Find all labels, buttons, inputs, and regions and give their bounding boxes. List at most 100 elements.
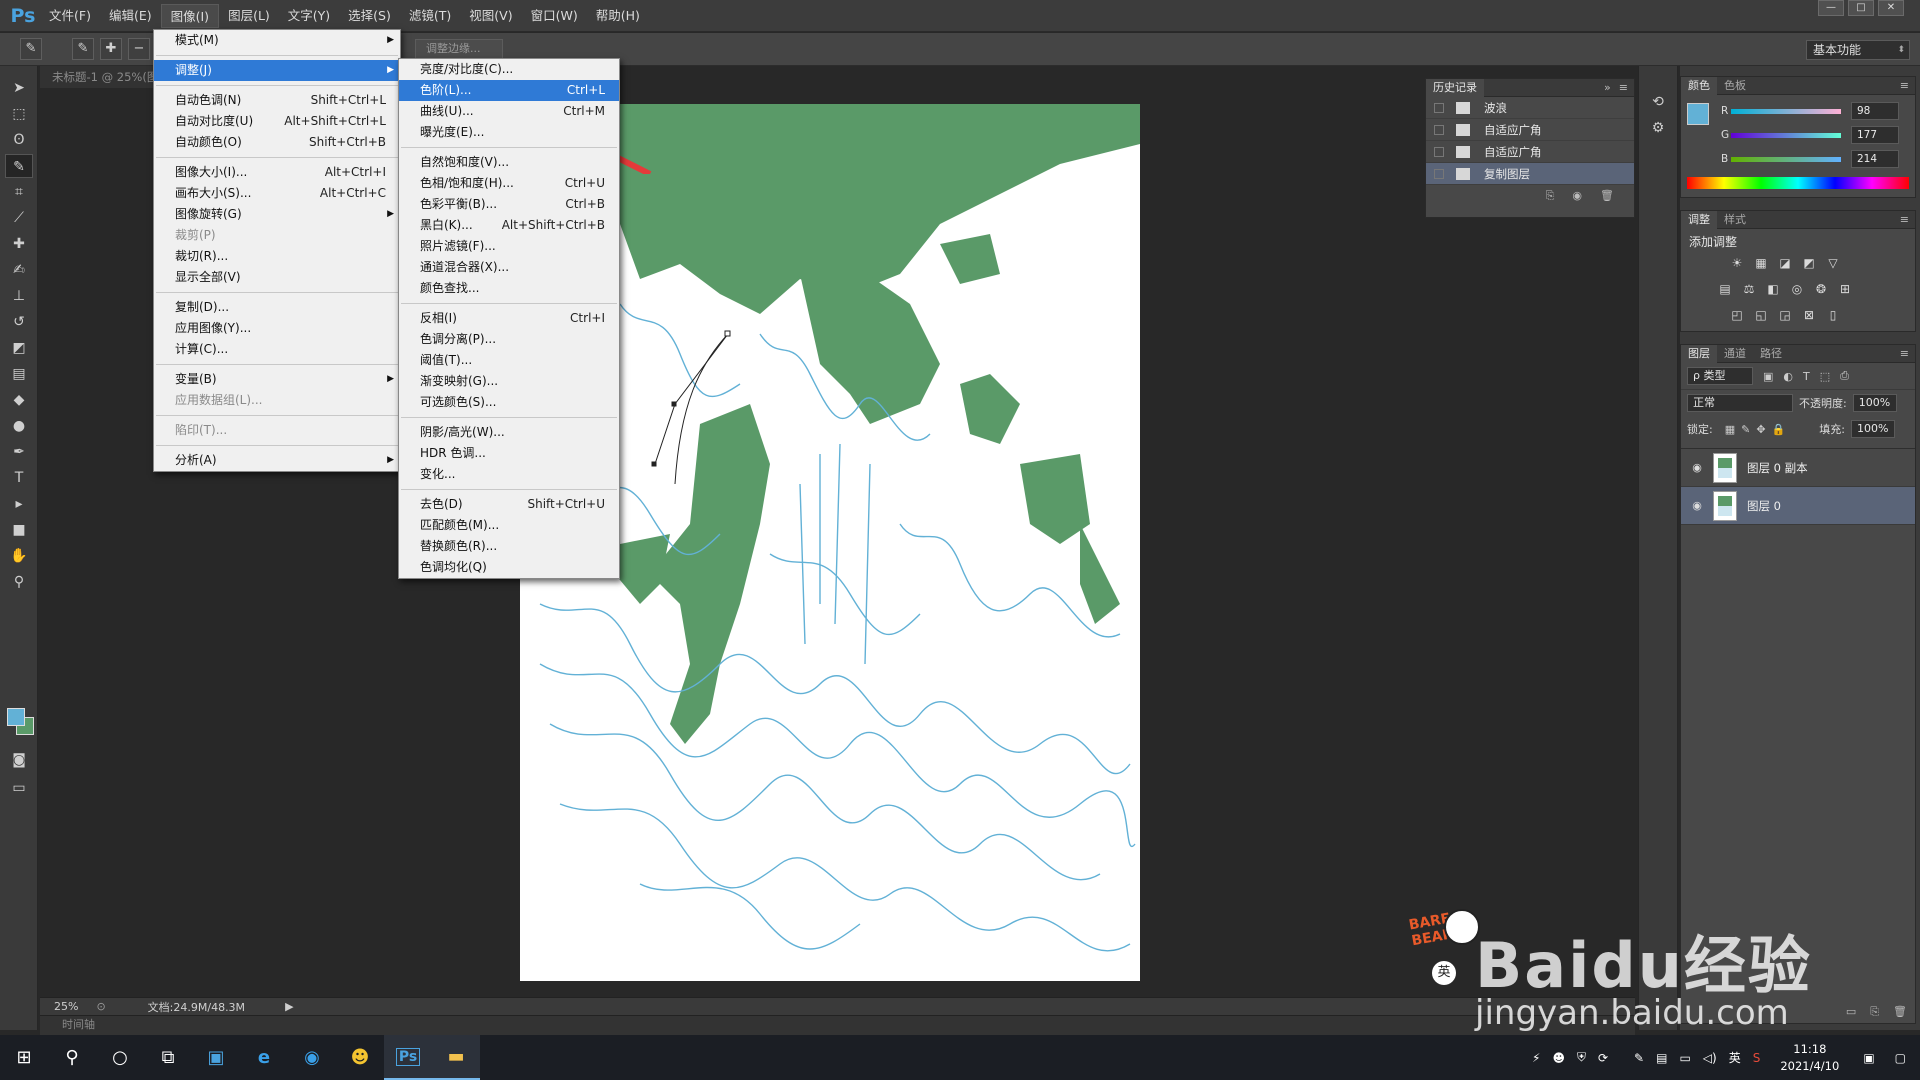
- delete-layer-icon[interactable]: 🗑: [1893, 1005, 1907, 1019]
- menu-item-auto-contrast[interactable]: 自动对比度(U) Alt+Shift+Ctrl+L: [154, 111, 400, 132]
- task-view-icon[interactable]: ⧉: [144, 1035, 192, 1080]
- levels-icon[interactable]: ▦: [1753, 256, 1769, 270]
- close-button[interactable]: ✕: [1878, 0, 1904, 16]
- green-value[interactable]: 177: [1851, 126, 1899, 144]
- pen-tool-icon[interactable]: ✒: [5, 440, 33, 464]
- tab-swatches[interactable]: 色板: [1717, 77, 1753, 95]
- menu-item-color-balance[interactable]: 色彩平衡(B)... Ctrl+B: [399, 194, 619, 215]
- healing-brush-tool-icon[interactable]: ✚: [5, 232, 33, 256]
- menu-item-reveal-all[interactable]: 显示全部(V): [154, 267, 400, 288]
- eye-icon[interactable]: ◉: [1689, 461, 1705, 474]
- menu-item-calculations[interactable]: 计算(C)...: [154, 339, 400, 360]
- menu-item-selective-color[interactable]: 可选颜色(S)...: [399, 392, 619, 413]
- menu-layer[interactable]: 图层(L): [219, 4, 279, 28]
- menu-edit[interactable]: 编辑(E): [100, 4, 161, 28]
- tab-paths[interactable]: 路径: [1753, 345, 1789, 363]
- menu-item-hue-saturation[interactable]: 色相/饱和度(H)... Ctrl+U: [399, 173, 619, 194]
- filter-shape-icon[interactable]: ⬚: [1820, 370, 1830, 383]
- opacity-field[interactable]: 100%: [1852, 394, 1897, 412]
- panel-menu-icon[interactable]: ≡: [1900, 347, 1909, 360]
- ie-browser-icon[interactable]: e: [240, 1035, 288, 1080]
- fill-field[interactable]: 100%: [1850, 420, 1895, 438]
- menu-item-variations[interactable]: 变化...: [399, 464, 619, 485]
- history-item[interactable]: 自适应广角: [1426, 141, 1634, 163]
- eye-icon[interactable]: ◉: [1689, 499, 1705, 512]
- zoom-level[interactable]: 25%: [54, 1000, 78, 1013]
- color-spectrum-bar[interactable]: [1687, 177, 1909, 189]
- cortana-icon[interactable]: ○: [96, 1035, 144, 1080]
- maximize-button[interactable]: □: [1848, 0, 1874, 16]
- refine-edge-button[interactable]: 调整边缘...: [415, 39, 503, 59]
- invert-icon[interactable]: ◰: [1729, 308, 1745, 322]
- foreground-color-swatch[interactable]: [7, 708, 25, 726]
- menu-item-invert[interactable]: 反相(I) Ctrl+I: [399, 308, 619, 329]
- history-item[interactable]: 复制图层: [1426, 163, 1634, 185]
- menu-item-color-lookup[interactable]: 颜色查找...: [399, 278, 619, 299]
- lasso-tool-icon[interactable]: ʘ: [5, 128, 33, 152]
- menu-item-auto-tone[interactable]: 自动色调(N) Shift+Ctrl+L: [154, 90, 400, 111]
- menu-item-curves[interactable]: 曲线(U)... Ctrl+M: [399, 101, 619, 122]
- panel-collapse-icon[interactable]: »: [1604, 81, 1611, 94]
- vibrance-icon[interactable]: ▽: [1825, 256, 1841, 270]
- hue-saturation-icon[interactable]: ▤: [1717, 282, 1733, 296]
- tab-layers[interactable]: 图层: [1681, 344, 1717, 363]
- menu-item-desaturate[interactable]: 去色(D) Shift+Ctrl+U: [399, 494, 619, 515]
- menu-item-canvas-size[interactable]: 画布大小(S)... Alt+Ctrl+C: [154, 183, 400, 204]
- blue-value[interactable]: 214: [1851, 150, 1899, 168]
- green-track[interactable]: [1731, 132, 1841, 138]
- blend-mode-select[interactable]: 正常: [1687, 394, 1793, 412]
- history-brush-tool-icon[interactable]: ↺: [5, 310, 33, 334]
- posterize-icon[interactable]: ◱: [1753, 308, 1769, 322]
- history-panel-icon[interactable]: ⟲: [1644, 90, 1672, 114]
- menu-item-mode[interactable]: 模式(M) ▶: [154, 30, 400, 51]
- quick-mask-icon[interactable]: ◙: [5, 748, 33, 772]
- tab-adjustments[interactable]: 调整: [1681, 210, 1717, 229]
- panel-menu-icon[interactable]: ≡: [1619, 81, 1628, 94]
- subtract-selection-icon[interactable]: −: [128, 38, 150, 60]
- lock-position-icon[interactable]: ✥: [1756, 423, 1765, 436]
- path-selection-tool-icon[interactable]: ▸: [5, 492, 33, 516]
- brush-tool-icon[interactable]: ✍: [5, 258, 33, 282]
- history-snapshot-checkbox[interactable]: [1434, 124, 1444, 135]
- dodge-tool-icon[interactable]: ●: [5, 414, 33, 438]
- screen-mode-icon[interactable]: ▭: [5, 776, 33, 800]
- minimize-button[interactable]: —: [1818, 0, 1844, 16]
- store-icon[interactable]: ▣: [192, 1035, 240, 1080]
- lock-all-icon[interactable]: 🔒: [1772, 423, 1786, 436]
- tray-network-icon[interactable]: ▤: [1656, 1051, 1667, 1065]
- black-white-icon[interactable]: ◧: [1765, 282, 1781, 296]
- menu-item-image-size[interactable]: 图像大小(I)... Alt+Ctrl+I: [154, 162, 400, 183]
- filter-pixel-icon[interactable]: ▣: [1763, 370, 1773, 383]
- history-item[interactable]: 自适应广角: [1426, 119, 1634, 141]
- eraser-tool-icon[interactable]: ◩: [5, 336, 33, 360]
- exposure-icon[interactable]: ◩: [1801, 256, 1817, 270]
- tab-color[interactable]: 颜色: [1681, 76, 1717, 95]
- quick-selection-tool-icon[interactable]: ✎: [5, 154, 33, 178]
- filter-adjust-icon[interactable]: ◐: [1783, 370, 1793, 383]
- volume-icon[interactable]: ◁): [1703, 1051, 1717, 1065]
- action-center-icon[interactable]: ▢: [1895, 1051, 1906, 1065]
- tray-app-icon[interactable]: ⚡: [1532, 1051, 1540, 1065]
- filter-smart-icon[interactable]: ⎙: [1840, 369, 1849, 383]
- foreground-color-chip[interactable]: [1687, 103, 1709, 125]
- gradient-map-icon[interactable]: ▯: [1825, 308, 1841, 322]
- search-icon[interactable]: ⚲: [48, 1035, 96, 1080]
- menu-help[interactable]: 帮助(H): [587, 4, 649, 28]
- menu-item-vibrance[interactable]: 自然饱和度(V)...: [399, 152, 619, 173]
- menu-item-brightness-contrast[interactable]: 亮度/对比度(C)...: [399, 59, 619, 80]
- layer-row[interactable]: ◉ 图层 0 副本: [1681, 449, 1915, 487]
- slider-green[interactable]: G 177: [1681, 123, 1915, 147]
- clone-stamp-tool-icon[interactable]: ⊥: [5, 284, 33, 308]
- tray-update-icon[interactable]: ⟳: [1598, 1051, 1608, 1065]
- browser-icon[interactable]: ◉: [288, 1035, 336, 1080]
- brightness-icon[interactable]: ☀: [1729, 256, 1745, 270]
- menu-item-levels[interactable]: 色阶(L)... Ctrl+L: [399, 80, 619, 101]
- camera-icon[interactable]: ◉: [1572, 189, 1582, 203]
- brush-preset-icon[interactable]: ✎: [20, 38, 42, 60]
- menu-file[interactable]: 文件(F): [40, 4, 100, 28]
- file-explorer-icon[interactable]: ▬: [432, 1035, 480, 1080]
- tray-shield-icon[interactable]: ⛨: [1577, 1050, 1586, 1065]
- color-balance-icon[interactable]: ⚖: [1741, 282, 1757, 296]
- tab-history[interactable]: 历史记录: [1426, 78, 1484, 97]
- menu-item-adjustments[interactable]: 调整(J) ▶: [154, 60, 400, 81]
